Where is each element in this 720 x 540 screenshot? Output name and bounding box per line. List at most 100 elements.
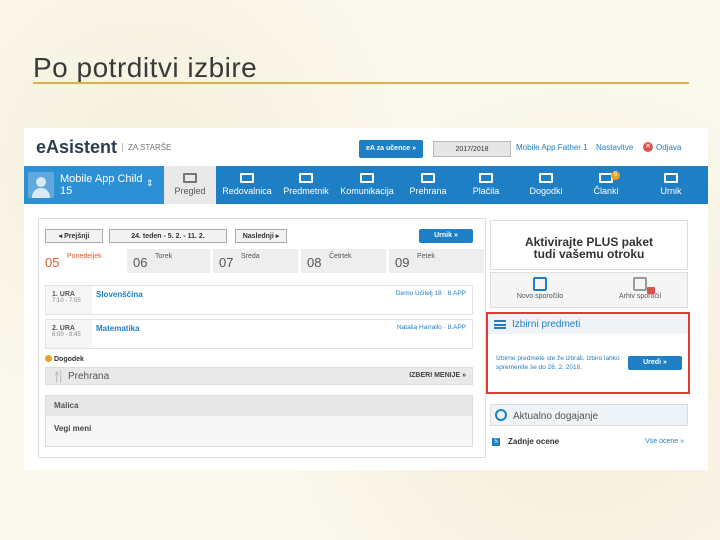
notification-badge: 5 xyxy=(611,171,620,180)
latest-grades: 5 Zadnje ocene Vse ocene » xyxy=(490,436,688,450)
meal-bar: 🍴 Prehrana IZBERI MENIJE » xyxy=(45,367,473,385)
user-link[interactable]: Mobile App Father 1 xyxy=(516,143,588,152)
child-name: Mobile App Child 15 xyxy=(60,173,143,197)
child-name-text: Mobile App Child xyxy=(60,173,143,185)
choose-menu-button[interactable]: IZBERI MENIJE » xyxy=(409,372,466,379)
edit-elective-button[interactable]: Uredi » xyxy=(628,356,682,370)
elective-subjects-card: Izbirni predmeti Izbirne predmete ste že… xyxy=(486,312,690,394)
prev-week-button[interactable]: ◂ Prejšnji xyxy=(45,229,103,243)
screenshot: eAsistent ZA STARŠE eA za učence » 2017/… xyxy=(24,128,708,470)
plus-banner[interactable]: Aktivirajte PLUS paket tudi vašemu otrok… xyxy=(490,220,688,270)
fork-knife-icon: 🍴 xyxy=(52,371,66,383)
day-tab-tuesday[interactable]: 06 Torek xyxy=(127,249,211,273)
nav-label: Predmetnik xyxy=(283,186,329,196)
slide-title: Po potrditvi izbire xyxy=(33,52,258,83)
nav-label: Plačila xyxy=(472,186,500,196)
nav-label: Urnik xyxy=(660,186,682,196)
malica-title: Malica xyxy=(46,396,472,416)
message-actions: Novo sporočilo Arhiv sporočil xyxy=(490,272,688,308)
hour-time: 7:10 - 7:55 xyxy=(52,298,81,304)
day-tab-monday[interactable]: 05 Ponedeljek xyxy=(39,249,125,273)
lock-icon xyxy=(647,287,655,294)
event-dot-icon xyxy=(45,355,52,362)
school-year-select[interactable]: 2017/2018 xyxy=(433,141,511,157)
all-grades-link[interactable]: Vse ocene » xyxy=(645,438,684,445)
nav-item-redovalnica[interactable]: Redovalnica xyxy=(218,166,276,204)
logout-icon[interactable]: ✕ xyxy=(643,142,653,152)
day-tab-wednesday[interactable]: 07 Sreda xyxy=(213,249,299,273)
lesson-subject[interactable]: Matematika xyxy=(96,324,140,333)
lesson-hour: 2. URA 8:00 - 8:45 xyxy=(46,320,92,348)
archive-icon xyxy=(633,277,647,291)
archive-label: Arhiv sporočil xyxy=(618,293,661,300)
lesson-teacher[interactable]: Demo Učitelj 18 · 8.APP xyxy=(396,290,466,297)
money-icon xyxy=(479,173,493,183)
week-select[interactable]: 24. teden - 5. 2. - 11. 2. xyxy=(109,229,227,243)
day-name: Sreda xyxy=(241,253,260,260)
day-name: Četrtek xyxy=(329,253,352,260)
nav-item-urnik[interactable]: Urnik xyxy=(638,166,704,204)
new-message-button[interactable]: Novo sporočilo xyxy=(491,273,589,307)
cube-icon xyxy=(183,173,197,183)
day-tab-thursday[interactable]: 08 Četrtek xyxy=(301,249,387,273)
malica-card: Malica Vegi meni xyxy=(45,395,473,447)
hour-label: 2. URA xyxy=(52,325,75,332)
day-number: 05 xyxy=(45,255,60,270)
id-card-icon xyxy=(240,173,254,183)
day-name: Ponedeljek xyxy=(67,253,102,260)
nav-item-dogodki[interactable]: Dogodki xyxy=(518,166,574,204)
lesson-teacher[interactable]: Natalia Harrallo · 8.APP xyxy=(397,324,466,331)
hour-time: 8:00 - 8:45 xyxy=(52,332,81,338)
food-icon xyxy=(421,173,435,183)
meal-label: Prehrana xyxy=(68,371,110,382)
nav-label: Redovalnica xyxy=(222,186,272,196)
day-name: Torek xyxy=(155,253,173,260)
child-selector[interactable]: Mobile App Child 15 ⇕ xyxy=(24,166,164,204)
urnik-button[interactable]: Urnik » xyxy=(419,229,473,243)
book-icon xyxy=(299,173,313,183)
nav-label: Pregled xyxy=(174,186,206,196)
compose-icon xyxy=(533,277,547,291)
elective-header: Izbirni predmeti xyxy=(488,314,688,334)
title-underline xyxy=(33,82,689,84)
elective-title: Izbirni predmeti xyxy=(512,319,581,330)
lesson-hour: 1. URA 7:10 - 7:55 xyxy=(46,286,92,314)
lesson-subject[interactable]: Slovenščina xyxy=(96,290,143,299)
day-number: 09 xyxy=(395,255,410,270)
nav-label: Prehrana xyxy=(409,186,447,196)
lesson-row[interactable]: 1. URA 7:10 - 7:55 Slovenščina Demo Učit… xyxy=(45,285,473,315)
top-bar: eAsistent ZA STARŠE eA za učence » 2017/… xyxy=(24,128,708,166)
nav-item-clanki[interactable]: 5 Članki xyxy=(578,166,634,204)
archive-button[interactable]: Arhiv sporočil xyxy=(591,273,689,307)
nav-item-predmetnik[interactable]: Predmetnik xyxy=(278,166,334,204)
settings-link[interactable]: Nastavitve xyxy=(596,143,633,152)
news-bar[interactable]: Aktualno dogajanje xyxy=(490,404,688,426)
plus-line2: tudi vašemu otroku xyxy=(533,247,645,261)
event-text: Dogodek xyxy=(54,356,84,363)
avatar xyxy=(28,172,54,198)
lesson-row[interactable]: 2. URA 8:00 - 8:45 Matematika Natalia Ha… xyxy=(45,319,473,349)
logout-link[interactable]: Odjava xyxy=(656,143,681,152)
malica-item: Vegi meni xyxy=(54,424,92,433)
app-logo[interactable]: eAsistent xyxy=(36,137,117,158)
schedule-icon xyxy=(664,173,678,183)
day-number: 06 xyxy=(133,255,148,270)
nav-label: Članki xyxy=(593,186,619,196)
next-week-button[interactable]: Naslednji ▸ xyxy=(235,229,287,243)
nav-item-prehrana[interactable]: Prehrana xyxy=(400,166,456,204)
day-tab-friday[interactable]: 09 Petek xyxy=(389,249,485,273)
hour-label: 1. URA xyxy=(52,291,75,298)
nav-item-placila[interactable]: Plačila xyxy=(458,166,514,204)
nav-item-pregled[interactable]: Pregled xyxy=(164,166,216,204)
ea-students-button[interactable]: eA za učence » xyxy=(359,140,423,158)
news-label: Aktualno dogajanje xyxy=(513,411,599,422)
logo-subtitle: ZA STARŠE xyxy=(122,143,171,152)
grade-icon: 5 xyxy=(492,438,500,446)
nav-item-komunikacija[interactable]: Komunikacija xyxy=(336,166,398,204)
grades-label: Zadnje ocene xyxy=(508,437,560,446)
list-icon xyxy=(494,320,506,329)
elective-text: Izbirne predmete ste že izbrali. Izbiro … xyxy=(496,355,620,371)
nav-label: Komunikacija xyxy=(340,186,394,196)
chat-icon xyxy=(360,173,374,183)
event-label[interactable]: Dogodek xyxy=(45,355,84,363)
